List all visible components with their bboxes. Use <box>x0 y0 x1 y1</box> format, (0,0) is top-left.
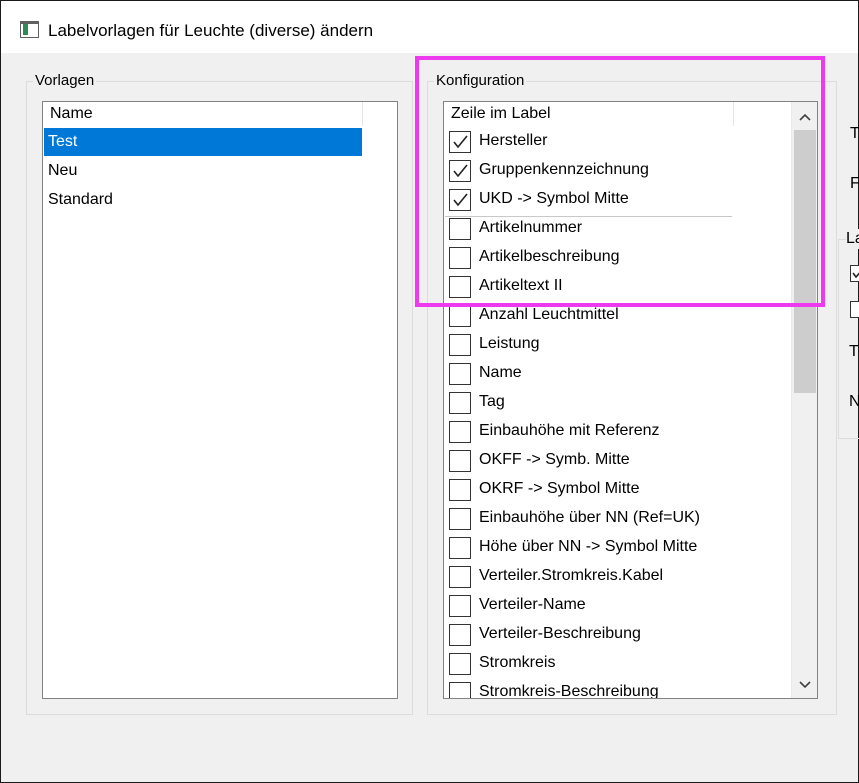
config-item-label: Stromkreis-Beschreibung <box>479 683 659 699</box>
config-list-item[interactable]: Gruppenkennzeichnung <box>448 157 748 186</box>
config-checkbox[interactable] <box>449 508 471 530</box>
config-list-item[interactable]: UKD -> Symbol Mitte <box>448 186 748 215</box>
dialog-window: Labelvorlagen für Leuchte (diverse) ände… <box>0 0 859 783</box>
konfiguration-list[interactable]: Zeile im Label Hersteller Gruppenkennzeic… <box>443 101 818 699</box>
config-list-item[interactable]: Höhe über NN -> Symbol Mitte <box>448 534 748 563</box>
config-list-item[interactable]: Verteiler-Beschreibung <box>448 621 748 650</box>
scroll-down-button[interactable] <box>792 673 817 697</box>
config-list-item[interactable]: Verteiler.Stromkreis.Kabel <box>448 563 748 592</box>
checkmark-icon <box>453 164 468 178</box>
chevron-up-icon <box>798 113 811 121</box>
config-item-label: Name <box>479 364 522 381</box>
config-checkbox[interactable] <box>449 421 471 443</box>
vorlage-item[interactable]: Standard <box>44 186 362 214</box>
config-list-item[interactable]: Stromkreis <box>448 650 748 679</box>
config-list-item[interactable]: Hersteller <box>448 128 748 157</box>
config-item-label: Artikelbeschreibung <box>479 248 620 265</box>
right-label-2: F <box>850 175 859 192</box>
config-item-label: Anzahl Leuchtmittel <box>479 306 619 323</box>
config-list-item[interactable]: Verteiler-Name <box>448 592 748 621</box>
config-checkbox[interactable] <box>449 276 471 298</box>
config-item-label: Einbauhöhe über NN (Ref=UK) <box>479 509 701 526</box>
config-list-item[interactable]: Name <box>448 360 748 389</box>
config-item-label: Artikelnummer <box>479 219 583 236</box>
config-item-label: Tag <box>479 393 505 410</box>
config-item-label: Verteiler-Name <box>479 596 586 613</box>
right-label-1: T <box>850 125 859 142</box>
config-list-item[interactable]: Anzahl Leuchtmittel <box>448 302 748 331</box>
config-checkbox[interactable] <box>449 624 471 646</box>
config-checkbox[interactable] <box>449 450 471 472</box>
window-title: Labelvorlagen für Leuchte (diverse) ände… <box>48 21 374 40</box>
config-checkbox[interactable] <box>449 363 471 385</box>
config-item-label: UKD -> Symbol Mitte <box>479 190 629 207</box>
config-checkbox[interactable] <box>449 653 471 675</box>
config-checkbox[interactable] <box>449 189 471 211</box>
title-bar[interactable]: Labelvorlagen für Leuchte (diverse) ände… <box>1 1 858 53</box>
chevron-down-icon <box>798 681 811 689</box>
vorlage-item[interactable]: Neu <box>44 157 362 185</box>
config-item-label: Höhe über NN -> Symbol Mitte <box>479 538 698 555</box>
right-checkbox-1[interactable] <box>850 265 859 282</box>
scroll-thumb[interactable] <box>794 130 816 393</box>
right-group-label: La <box>846 229 859 249</box>
config-list-item[interactable]: OKRF -> Symbol Mitte <box>448 476 748 505</box>
config-list-item[interactable]: Artikelnummer <box>448 215 748 244</box>
checkmark-icon <box>852 272 859 279</box>
config-item-label: Gruppenkennzeichnung <box>479 161 649 178</box>
vorlagen-column-header[interactable]: Name <box>43 102 363 126</box>
config-list-item[interactable]: Leistung <box>448 331 748 360</box>
config-checkbox[interactable] <box>449 537 471 559</box>
config-checkbox[interactable] <box>449 334 471 356</box>
config-checkbox[interactable] <box>449 595 471 617</box>
config-list-item[interactable]: Stromkreis-Beschreibung <box>448 679 748 699</box>
vorlagen-group-label: Vorlagen <box>33 72 97 90</box>
config-item-label: OKFF -> Symb. Mitte <box>479 451 630 468</box>
config-checkbox[interactable] <box>449 479 471 501</box>
config-list-item[interactable]: Artikelbeschreibung <box>448 244 748 273</box>
config-item-label: Hersteller <box>479 132 548 149</box>
config-item-label: Verteiler.Stromkreis.Kabel <box>479 567 664 584</box>
config-checkbox[interactable] <box>449 392 471 414</box>
config-checkbox[interactable] <box>449 247 471 269</box>
config-list-item[interactable]: Tag <box>448 389 748 418</box>
config-list-item[interactable]: Einbauhöhe mit Referenz <box>448 418 748 447</box>
scroll-up-button[interactable] <box>792 105 817 129</box>
config-checkbox[interactable] <box>449 218 471 240</box>
config-list-item[interactable]: OKFF -> Symb. Mitte <box>448 447 748 476</box>
app-window-icon <box>20 21 39 38</box>
config-item-label: Verteiler-Beschreibung <box>479 625 641 642</box>
config-checkbox[interactable] <box>449 566 471 588</box>
checked-unchecked-divider <box>445 216 732 217</box>
config-item-label: Stromkreis <box>479 654 556 671</box>
checkmark-icon <box>453 193 468 207</box>
vorlage-item[interactable]: Test <box>44 128 362 156</box>
right-checkbox-2[interactable] <box>850 301 859 318</box>
vorlagen-list[interactable]: Name Test Neu Standard <box>42 101 398 699</box>
config-checkbox[interactable] <box>449 305 471 327</box>
right-label-3: T <box>849 343 859 360</box>
config-checkbox[interactable] <box>449 160 471 182</box>
config-item-label: Einbauhöhe mit Referenz <box>479 422 660 439</box>
konfiguration-column-header[interactable]: Zeile im Label <box>444 102 734 126</box>
config-checkbox[interactable] <box>449 682 471 698</box>
konfiguration-group-label: Konfiguration <box>434 72 527 90</box>
config-item-label: Artikeltext II <box>479 277 563 294</box>
config-item-label: Leistung <box>479 335 540 352</box>
config-checkbox[interactable] <box>449 131 471 153</box>
checkmark-icon <box>453 135 468 149</box>
config-list-item[interactable]: Einbauhöhe über NN (Ref=UK) <box>448 505 748 534</box>
config-list-item[interactable]: Artikeltext II <box>448 273 748 302</box>
config-item-label: OKRF -> Symbol Mitte <box>479 480 640 497</box>
konfiguration-scrollbar[interactable] <box>791 102 817 698</box>
right-label-4: N <box>849 393 859 410</box>
